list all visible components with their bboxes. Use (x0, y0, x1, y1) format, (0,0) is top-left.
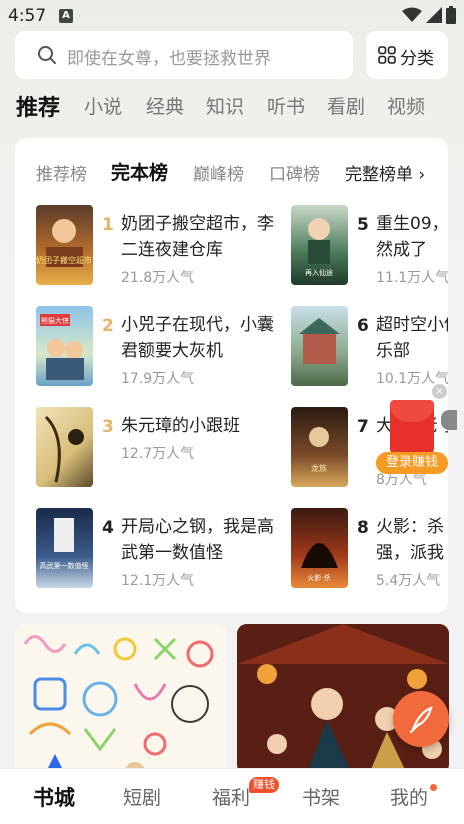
rank-tab-peak[interactable]: 巅峰榜 (193, 160, 244, 185)
rank-tab-reputation[interactable]: 口碑榜 (269, 160, 320, 185)
cover-title: 火影·杀 (307, 573, 330, 582)
login-reward-label: 登录赚钱 (376, 452, 448, 474)
tab-drama[interactable]: 看剧 (327, 92, 365, 119)
book-title: 小兕子在现代，小囊君额要大灰机 (121, 315, 274, 361)
book-title: 开局心之钢，我是高武第一数值怪 (121, 517, 274, 563)
book-cover (291, 306, 348, 386)
notification-dot (430, 784, 437, 791)
book-cover (36, 407, 93, 487)
rank-tab-recommend[interactable]: 推荐榜 (36, 160, 87, 185)
tab-video[interactable]: 视频 (387, 92, 425, 119)
book-popularity: 11.1万人气 (376, 270, 448, 286)
book-cover: 奶团子搬空超市 (36, 205, 93, 285)
earn-badge: 赚钱 (249, 777, 279, 793)
grid-icon (378, 46, 396, 64)
status-time: 4:57 (8, 6, 47, 26)
nav-short-drama[interactable]: 短剧 (123, 783, 161, 810)
book-title: 朱元璋的小跟班 (121, 416, 240, 436)
wifi-icon (402, 7, 422, 22)
cover-title: 熊猫大侠 (41, 316, 69, 325)
nav-bookstore[interactable]: 书城 (33, 782, 75, 812)
write-fab[interactable] (393, 691, 449, 747)
signal-icon (426, 7, 442, 23)
book-item[interactable]: 再入仙途 5 重生09，竟然成了 11.1万人气 (291, 205, 448, 287)
category-button[interactable]: 分类 (366, 31, 448, 79)
book-item[interactable]: 火影·杀 8 火影：杀强，派我 5.4万人气 (291, 508, 448, 590)
book-popularity: 21.8万人气 (121, 270, 195, 286)
book-item[interactable]: 6 超时空小俱乐部 10.1万人气 (291, 306, 448, 388)
book-popularity: 17.9万人气 (121, 371, 195, 387)
search-input[interactable]: 即使在女尊，也要拯救世界 (15, 31, 353, 79)
book-popularity: 5.4万人气 (376, 573, 441, 589)
search-icon (38, 46, 56, 64)
cover-title: 再入仙途 (305, 268, 333, 277)
rank-tab-completed[interactable]: 完本榜 (111, 158, 168, 185)
book-title: 重生09，竟然成了 (376, 214, 448, 260)
cover-title: 龙族 (311, 463, 327, 473)
rank-number: 8 (357, 518, 369, 538)
tab-audiobook[interactable]: 听书 (267, 92, 305, 119)
rank-number: 2 (102, 316, 114, 336)
book-title: 超时空小俱乐部 (376, 315, 448, 361)
status-icons (402, 6, 456, 24)
rank-number: 7 (357, 417, 369, 437)
rank-number: 6 (357, 316, 369, 336)
tab-classic[interactable]: 经典 (146, 92, 184, 119)
rank-number: 4 (102, 518, 114, 538)
category-label: 分类 (400, 49, 434, 69)
book-title: 火影：杀强，派我 (376, 517, 444, 563)
bottom-nav: 书城 短剧 福利 赚钱 书架 我的 (0, 768, 464, 824)
nav-me[interactable]: 我的 (390, 783, 428, 810)
red-envelope-icon (390, 400, 434, 454)
book-popularity: 12.1万人气 (121, 573, 195, 589)
banner-doodle[interactable] (15, 624, 227, 774)
book-cover: 高武第一数值怪 (36, 508, 93, 588)
feather-icon (409, 706, 433, 734)
status-bar: 4:57 A (0, 0, 464, 32)
tab-novel[interactable]: 小说 (84, 92, 122, 119)
login-reward-widget[interactable]: × 登录赚钱 (376, 384, 448, 478)
rank-number: 3 (102, 417, 114, 437)
book-cover: 再入仙途 (291, 205, 348, 285)
ranking-card: 推荐榜 完本榜 巅峰榜 口碑榜 完整榜单 › 奶团子搬空超市 1 奶团子搬空超市… (15, 138, 448, 613)
full-list-link[interactable]: 完整榜单 › (345, 160, 425, 185)
book-cover: 龙族 (291, 407, 348, 487)
cover-title: 奶团子搬空超市 (36, 255, 92, 265)
side-handle[interactable] (441, 410, 457, 430)
nav-bookshelf[interactable]: 书架 (302, 783, 340, 810)
tab-recommend[interactable]: 推荐 (16, 90, 60, 122)
tab-knowledge[interactable]: 知识 (206, 92, 244, 119)
cover-title: 高武第一数值怪 (40, 561, 89, 570)
book-cover: 熊猫大侠 (36, 306, 93, 386)
close-icon[interactable]: × (432, 384, 447, 399)
battery-icon (446, 6, 456, 24)
search-placeholder: 即使在女尊，也要拯救世界 (67, 49, 271, 69)
notification-icon: A (59, 9, 73, 23)
book-cover: 火影·杀 (291, 508, 348, 588)
book-title: 奶团子搬空超市，李二连夜建仓库 (121, 214, 274, 260)
rank-number: 1 (102, 215, 114, 235)
book-popularity: 12.7万人气 (121, 446, 195, 462)
nav-welfare[interactable]: 福利 (212, 783, 250, 810)
rank-number: 5 (357, 215, 369, 235)
